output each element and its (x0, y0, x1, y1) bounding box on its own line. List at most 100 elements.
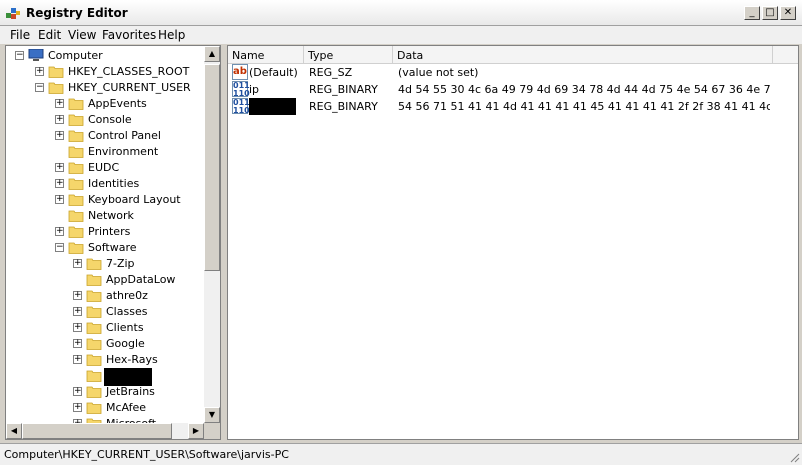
tree-item-label: McAfee (106, 401, 147, 414)
tree-item-label: HKEY_CURRENT_USER (68, 81, 191, 94)
tree-item[interactable]: + athre0z (6, 288, 202, 304)
folder-icon (48, 66, 64, 78)
collapse-icon[interactable]: − (35, 83, 44, 92)
expand-icon[interactable]: + (73, 355, 82, 364)
expand-icon[interactable]: + (73, 307, 82, 316)
menu-help[interactable]: Help (158, 28, 185, 42)
expand-icon[interactable]: + (55, 195, 64, 204)
scroll-thumb[interactable] (22, 423, 172, 439)
menu-edit[interactable]: Edit (38, 28, 61, 42)
folder-icon (68, 194, 84, 206)
computer-icon (28, 49, 44, 61)
menu-favorites[interactable]: Favorites (102, 28, 156, 42)
folder-icon (86, 290, 102, 302)
menu-bar: File Edit View Favorites Help (0, 26, 802, 44)
collapse-icon[interactable]: − (55, 243, 64, 252)
column-header-type[interactable]: Type (304, 46, 393, 64)
scroll-left-icon[interactable]: ◀ (6, 423, 22, 439)
menu-file[interactable]: File (10, 28, 30, 42)
scroll-thumb[interactable] (204, 64, 220, 271)
menu-view[interactable]: View (68, 28, 96, 42)
expand-icon[interactable]: + (55, 163, 64, 172)
value-row[interactable]: ab (Default) REG_SZ (value not set) (228, 64, 798, 81)
tree-item[interactable]: + Hex-Rays (6, 352, 202, 368)
folder-icon (68, 98, 84, 110)
value-row[interactable]: 011 110 REG_BINARY 54 56 71 51 41 41 4d … (228, 98, 798, 115)
tree-item[interactable]: + Printers (6, 224, 202, 240)
tree-vertical-scrollbar[interactable]: ▲ ▼ (204, 46, 220, 423)
tree-item[interactable]: + Google (6, 336, 202, 352)
tree-item[interactable]: − Software (6, 240, 202, 256)
expand-icon[interactable]: + (55, 131, 64, 140)
folder-icon (68, 130, 84, 142)
scroll-up-icon[interactable]: ▲ (204, 46, 220, 62)
tree-item[interactable]: + HKEY_CLASSES_ROOT (6, 64, 202, 80)
tree-item[interactable]: + Console (6, 112, 202, 128)
close-button[interactable]: ✕ (780, 6, 796, 20)
tree-item[interactable]: + Classes (6, 304, 202, 320)
tree-item[interactable]: + Control Panel (6, 128, 202, 144)
expand-icon[interactable]: + (73, 387, 82, 396)
tree-item[interactable]: AppDataLow (6, 272, 202, 288)
maximize-button[interactable]: □ (762, 6, 778, 20)
folder-icon (48, 82, 64, 94)
expand-icon[interactable]: + (55, 227, 64, 236)
value-row[interactable]: 011 110 ip REG_BINARY 4d 54 55 30 4c 6a … (228, 81, 798, 98)
tree-item-label: HKEY_CLASSES_ROOT (68, 65, 190, 78)
scroll-right-icon[interactable]: ▶ (188, 423, 204, 439)
title-bar: Registry Editor _ □ ✕ (0, 0, 802, 26)
expand-icon[interactable]: + (55, 115, 64, 124)
tree-item[interactable]: + Identities (6, 176, 202, 192)
collapse-icon[interactable]: − (15, 51, 24, 60)
tree-item-label: athre0z (106, 289, 148, 302)
registry-tree[interactable]: − Computer + HKEY_CLASSES_ROOT − HKEY_CURRENT… (5, 45, 221, 440)
column-header-data[interactable]: Data (393, 46, 773, 64)
column-header-name[interactable]: Name (228, 46, 304, 64)
tree-item[interactable]: + Clients (6, 320, 202, 336)
tree-item[interactable]: +7-Zip (6, 256, 202, 272)
expand-icon[interactable]: + (73, 291, 82, 300)
tree-item[interactable]: + EUDC (6, 160, 202, 176)
tree-item[interactable]: + McAfee (6, 400, 202, 416)
expand-icon[interactable]: + (73, 339, 82, 348)
status-bar: Computer\HKEY_CURRENT_USER\Software\jarv… (0, 443, 802, 465)
tree-item[interactable]: − HKEY_CURRENT_USER (6, 80, 202, 96)
tree-item-label: Control Panel (88, 129, 161, 142)
minimize-button[interactable]: _ (744, 6, 760, 20)
tree-item[interactable] (6, 368, 202, 386)
value-data: (value not set) (398, 66, 479, 79)
tree-item-label: Keyboard Layout (88, 193, 181, 206)
folder-icon (86, 386, 102, 398)
tree-horizontal-scrollbar[interactable]: ◀ ▶ (6, 423, 204, 439)
values-list[interactable]: Name Type Data ab (Default) REG_SZ (valu… (227, 45, 799, 440)
tree-item[interactable]: + AppEvents (6, 96, 202, 112)
expand-icon[interactable]: + (73, 259, 82, 268)
scroll-down-icon[interactable]: ▼ (204, 407, 220, 423)
expand-icon[interactable]: + (35, 67, 44, 76)
expand-icon[interactable]: + (73, 403, 82, 412)
resize-grip-icon[interactable] (788, 451, 800, 463)
tree-item-label: Network (88, 209, 134, 222)
expand-icon[interactable]: + (55, 99, 64, 108)
tree-item[interactable]: + JetBrains (6, 384, 202, 400)
string-value-icon: ab (232, 64, 248, 80)
tree-item-label: Console (88, 113, 132, 126)
expand-icon[interactable]: + (73, 323, 82, 332)
tree-item-label: Identities (88, 177, 140, 190)
tree-item[interactable]: Network (6, 208, 202, 224)
tree-item-label: Google (106, 337, 145, 350)
tree-item[interactable]: Environment (6, 144, 202, 160)
tree-item[interactable]: + Keyboard Layout (6, 192, 202, 208)
binary-value-icon: 011 110 (232, 81, 250, 98)
tree-item-computer[interactable]: − Computer (6, 48, 202, 64)
tree-item-label: Software (88, 241, 137, 254)
tree-item-label: Clients (106, 321, 144, 334)
tree-item-label: Computer (48, 49, 103, 62)
list-header: Name Type Data (228, 46, 798, 64)
folder-icon (68, 242, 84, 254)
value-type: REG_SZ (309, 66, 353, 79)
tree-item-label: Classes (106, 305, 148, 318)
expand-icon[interactable]: + (55, 179, 64, 188)
folder-icon (86, 322, 102, 334)
registry-editor-icon (6, 8, 20, 19)
